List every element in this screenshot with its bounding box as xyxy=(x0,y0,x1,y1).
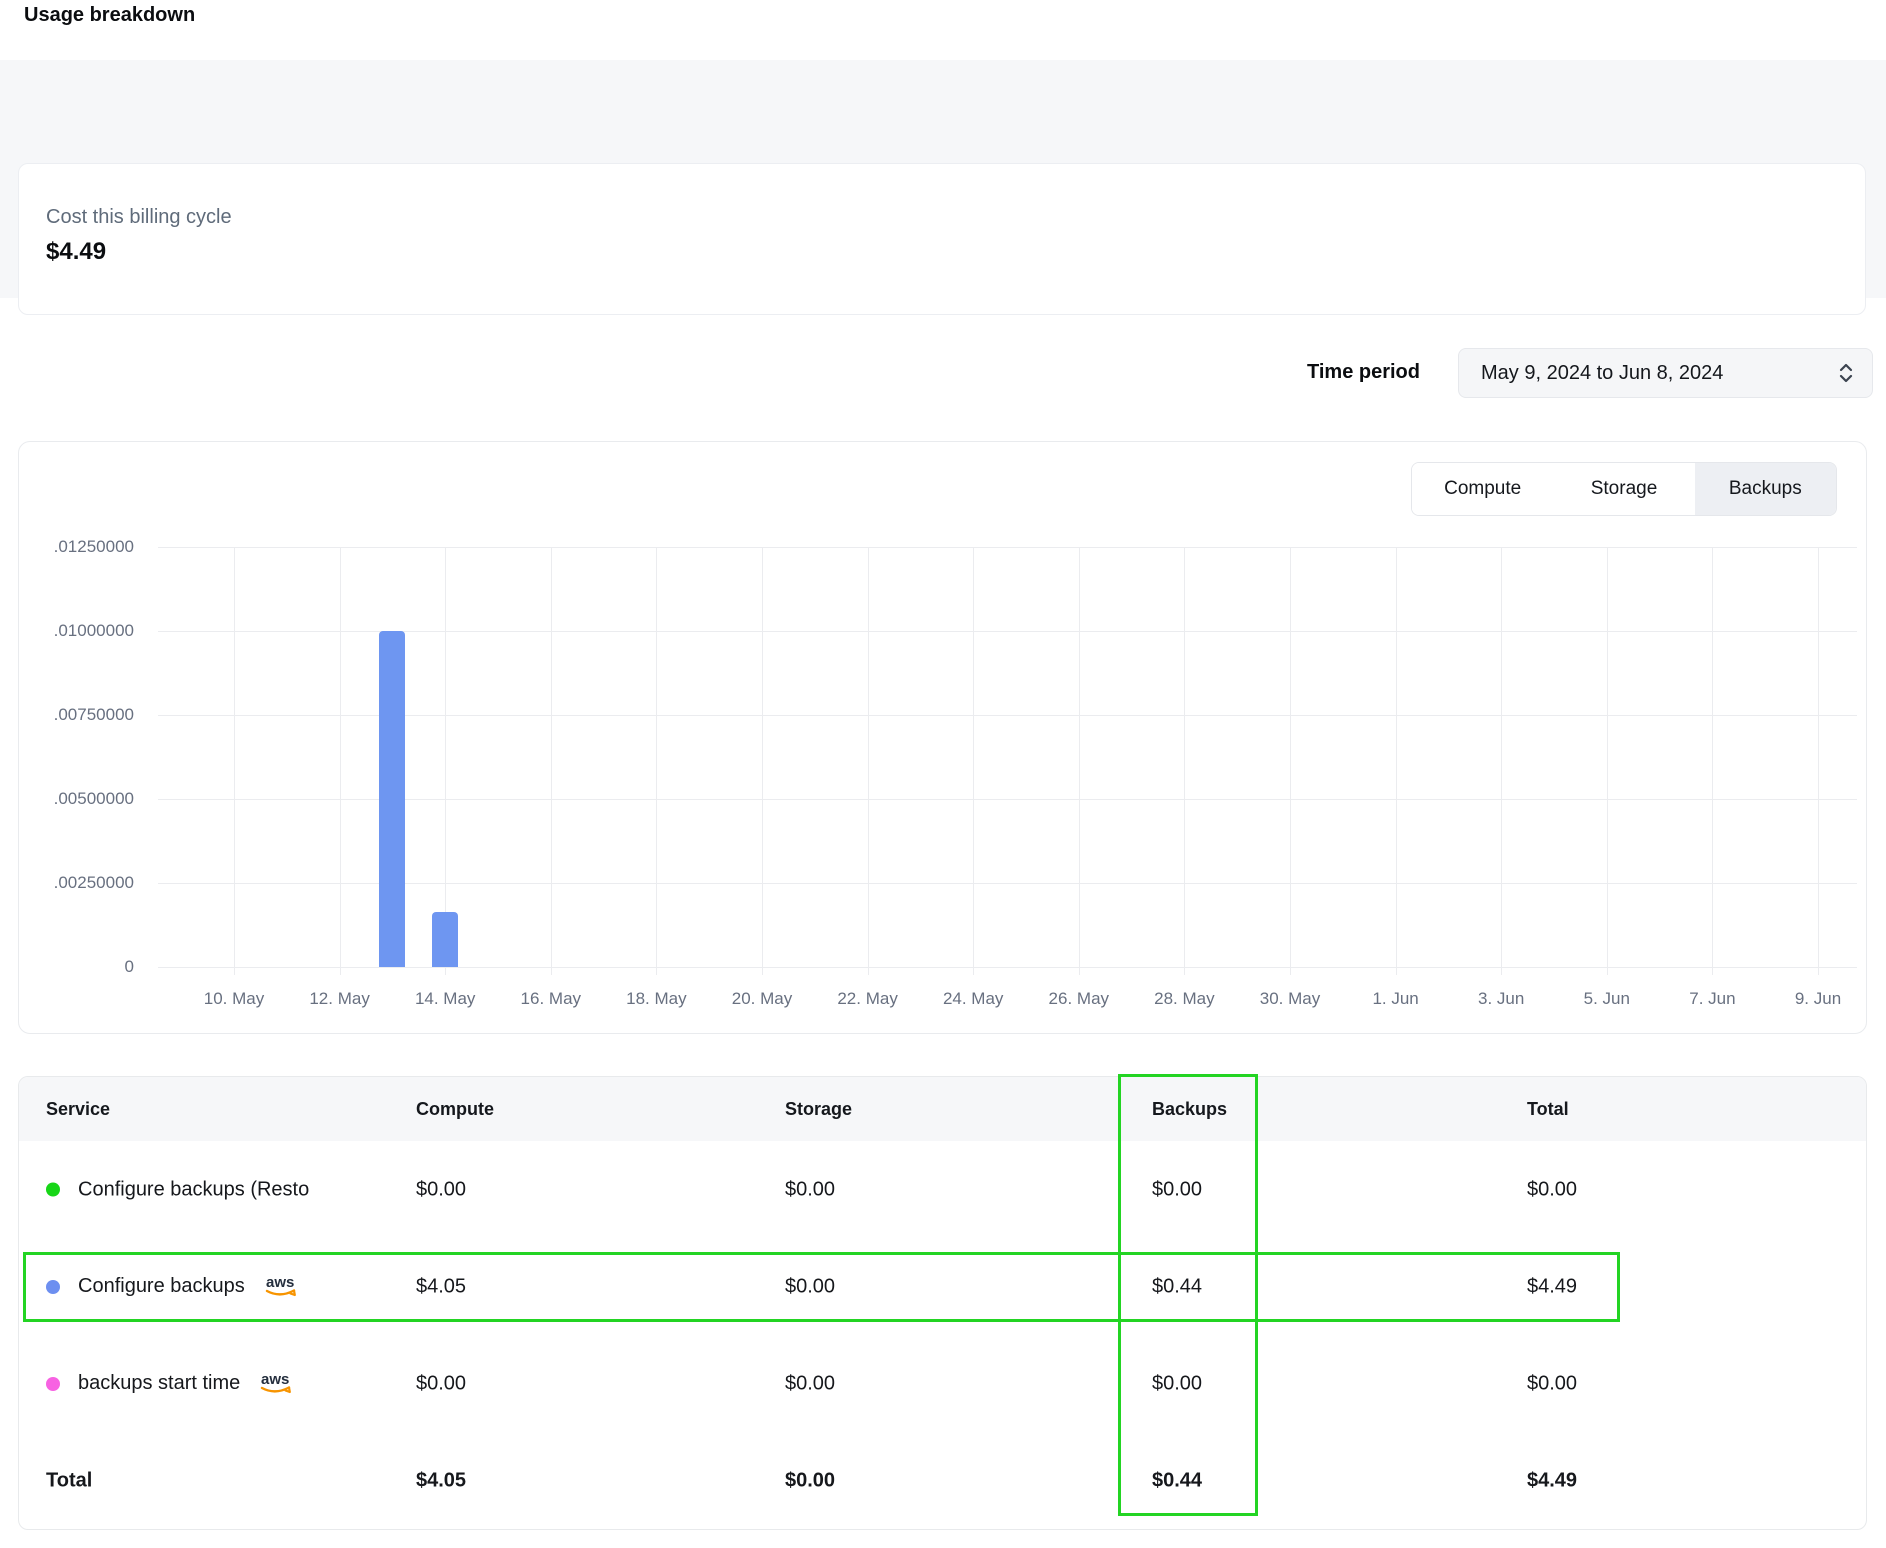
service-cell: Configure backups aws xyxy=(46,1274,303,1300)
service-name: Configure backups xyxy=(78,1275,245,1298)
y-axis-tick-label: .00500000 xyxy=(19,789,134,809)
gridline-v xyxy=(1818,547,1819,975)
x-axis-tick-label: 16. May xyxy=(496,989,606,1009)
table-total-row: Total $4.05 $0.00 $0.44 $4.49 xyxy=(19,1432,1866,1529)
cost-card-value: $4.49 xyxy=(46,238,1838,266)
service-cell: Configure backups (Resto xyxy=(46,1178,309,1201)
gridline-v xyxy=(551,547,552,975)
backups-value: $0.00 xyxy=(1152,1178,1202,1201)
x-axis-tick-label: 10. May xyxy=(179,989,289,1009)
x-axis-tick-label: 1. Jun xyxy=(1341,989,1451,1009)
backups-value: $0.00 xyxy=(1152,1372,1202,1395)
usage-breakdown-page: Usage breakdown Cost this billing cycle … xyxy=(0,0,1886,1548)
service-name: Configure backups (Resto xyxy=(78,1178,309,1201)
total-storage-value: $0.00 xyxy=(785,1469,835,1492)
select-updown-chevrons-icon xyxy=(1838,362,1854,384)
total-total-value: $4.49 xyxy=(1527,1469,1577,1492)
y-axis-tick-label: .00250000 xyxy=(19,873,134,893)
gridline-v xyxy=(1712,547,1713,975)
usage-table: Service Compute Storage Backups Total Config… xyxy=(18,1076,1867,1530)
gridline-v xyxy=(868,547,869,975)
storage-value: $0.00 xyxy=(785,1372,835,1395)
aws-logo-icon: aws xyxy=(263,1274,303,1300)
column-header-total: Total xyxy=(1527,1077,1569,1141)
series-color-dot xyxy=(46,1183,60,1197)
total-compute-value: $4.05 xyxy=(416,1469,466,1492)
gridline-h xyxy=(158,715,1857,716)
usage-bar-chart: .01250000 .01000000 .00750000 .00500000 .002… xyxy=(19,442,1866,1033)
total-value: $4.49 xyxy=(1527,1275,1577,1298)
x-axis-tick-label: 9. Jun xyxy=(1763,989,1873,1009)
gridline-v xyxy=(1501,547,1502,975)
total-value: $0.00 xyxy=(1527,1372,1577,1395)
table-row-1: Configure backups (Resto $0.00 $0.00 $0.00 $… xyxy=(19,1141,1866,1238)
bar-13-may xyxy=(379,631,405,967)
column-header-compute: Compute xyxy=(416,1077,494,1141)
total-backups-value: $0.44 xyxy=(1152,1469,1202,1492)
service-name: backups start time xyxy=(78,1372,240,1395)
gridline-v xyxy=(656,547,657,975)
gridline-h xyxy=(158,547,1857,548)
x-axis-tick-label: 7. Jun xyxy=(1657,989,1767,1009)
gridline-h xyxy=(158,799,1857,800)
x-axis-tick-label: 3. Jun xyxy=(1446,989,1556,1009)
gridline-v xyxy=(973,547,974,975)
table-row-2: Configure backups aws $4.05 $0.00 $0.44 $4.49 xyxy=(19,1238,1866,1335)
time-period-value: May 9, 2024 to Jun 8, 2024 xyxy=(1481,362,1838,385)
gridline-h xyxy=(158,967,1857,968)
y-axis-tick-label: .01250000 xyxy=(19,537,134,557)
x-axis-tick-label: 5. Jun xyxy=(1552,989,1662,1009)
compute-value: $0.00 xyxy=(416,1178,466,1201)
page-title: Usage breakdown xyxy=(24,4,195,27)
svg-text:aws: aws xyxy=(266,1274,294,1291)
x-axis-tick-label: 12. May xyxy=(285,989,395,1009)
gridline-v xyxy=(1396,547,1397,975)
gridline-v xyxy=(445,547,446,975)
series-color-dot xyxy=(46,1377,60,1391)
y-axis-tick-label: 0 xyxy=(19,957,134,977)
series-color-dot xyxy=(46,1280,60,1294)
gridline-v xyxy=(1607,547,1608,975)
gridline-v xyxy=(1290,547,1291,975)
cost-card-label: Cost this billing cycle xyxy=(46,206,1838,229)
gridline-h xyxy=(158,631,1857,632)
gridline-v xyxy=(234,547,235,975)
usage-table-header: Service Compute Storage Backups Total xyxy=(19,1077,1866,1141)
x-axis-tick-label: 26. May xyxy=(1024,989,1134,1009)
x-axis-tick-label: 20. May xyxy=(707,989,817,1009)
x-axis-tick-label: 18. May xyxy=(601,989,711,1009)
table-row-3: backups start time aws $0.00 $0.00 $0.00 $0.0… xyxy=(19,1335,1866,1432)
x-axis-tick-label: 22. May xyxy=(813,989,923,1009)
x-axis-tick-label: 30. May xyxy=(1235,989,1345,1009)
service-cell: backups start time aws xyxy=(46,1371,298,1397)
storage-value: $0.00 xyxy=(785,1178,835,1201)
gridline-h xyxy=(158,883,1857,884)
x-axis-tick-label: 24. May xyxy=(918,989,1028,1009)
gridline-v xyxy=(340,547,341,975)
y-axis-tick-label: .00750000 xyxy=(19,705,134,725)
column-header-backups: Backups xyxy=(1152,1077,1227,1141)
x-axis-tick-label: 28. May xyxy=(1129,989,1239,1009)
backups-value: $0.44 xyxy=(1152,1275,1202,1298)
gridline-v xyxy=(1184,547,1185,975)
usage-chart-card: ComputeStorageBackups .01250000.01000000… xyxy=(18,441,1867,1034)
compute-value: $4.05 xyxy=(416,1275,466,1298)
time-period-label: Time period xyxy=(1150,361,1420,384)
column-header-storage: Storage xyxy=(785,1077,852,1141)
billing-summary-section: Cost this billing cycle $4.49 xyxy=(0,60,1886,298)
column-header-service: Service xyxy=(46,1077,110,1141)
y-axis-tick-label: .01000000 xyxy=(19,621,134,641)
gridline-v xyxy=(762,547,763,975)
time-period-select[interactable]: May 9, 2024 to Jun 8, 2024 xyxy=(1458,348,1873,398)
gridline-v xyxy=(1079,547,1080,975)
x-axis-tick-label: 14. May xyxy=(390,989,500,1009)
bar-14-may xyxy=(432,912,458,967)
aws-logo-icon: aws xyxy=(258,1371,298,1397)
cost-card: Cost this billing cycle $4.49 xyxy=(18,163,1866,315)
storage-value: $0.00 xyxy=(785,1275,835,1298)
total-row-label: Total xyxy=(46,1469,92,1492)
svg-text:aws: aws xyxy=(261,1371,289,1388)
total-value: $0.00 xyxy=(1527,1178,1577,1201)
compute-value: $0.00 xyxy=(416,1372,466,1395)
